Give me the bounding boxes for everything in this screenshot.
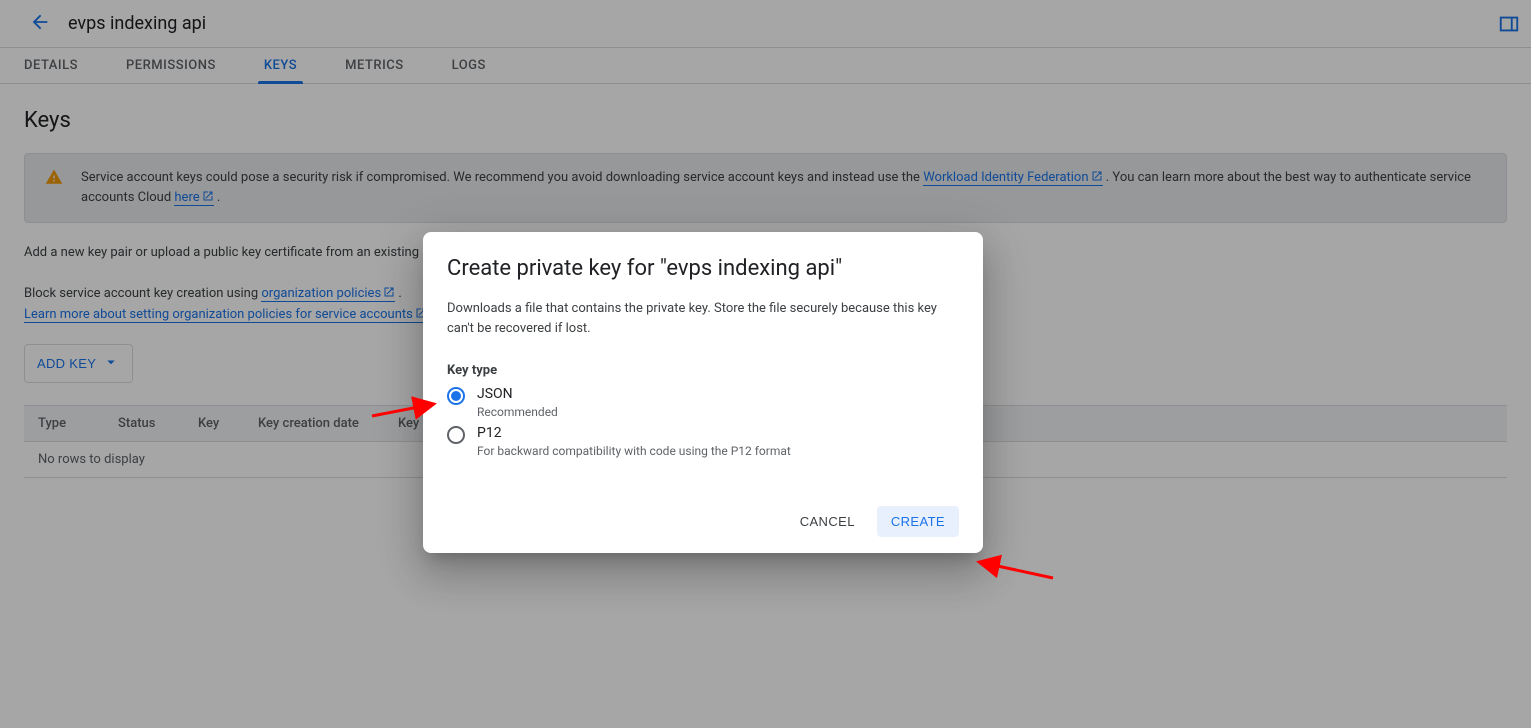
annotation-arrow-icon	[975, 556, 1055, 588]
key-type-label: Key type	[447, 363, 959, 378]
radio-label: P12	[477, 425, 791, 441]
radio-help: For backward compatibility with code usi…	[477, 444, 791, 458]
create-private-key-dialog: Create private key for "evps indexing ap…	[423, 232, 983, 553]
radio-icon	[447, 426, 465, 444]
cancel-button[interactable]: CANCEL	[786, 506, 869, 537]
annotation-arrow-icon	[372, 398, 442, 426]
dialog-description: Downloads a file that contains the priva…	[447, 299, 959, 339]
radio-p12[interactable]: P12 For backward compatibility with code…	[447, 425, 959, 458]
radio-label: JSON	[477, 386, 558, 402]
radio-json[interactable]: JSON Recommended	[447, 386, 959, 419]
create-button[interactable]: CREATE	[877, 506, 959, 537]
radio-help: Recommended	[477, 405, 558, 419]
dialog-title: Create private key for "evps indexing ap…	[447, 256, 959, 281]
radio-icon	[447, 387, 465, 405]
